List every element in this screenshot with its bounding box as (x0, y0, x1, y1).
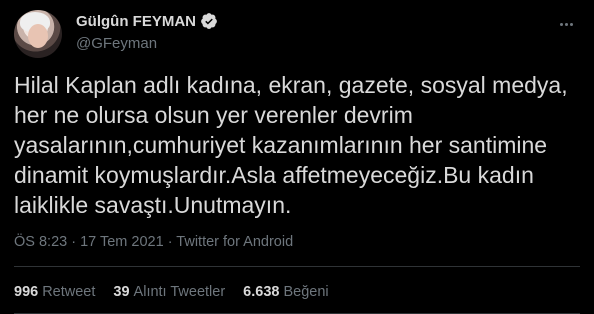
verified-badge-icon (201, 13, 217, 29)
dot-icon (559, 22, 563, 26)
display-name-row[interactable]: Gülgûn FEYMAN (76, 12, 218, 30)
retweets-stat[interactable]: 996 Retweet (14, 284, 95, 300)
user-handle[interactable]: @GFeyman (76, 35, 218, 52)
quotes-stat[interactable]: 39 Alıntı Tweetler (113, 284, 225, 300)
tweet-text: Hilal Kaplan adlı kadına, ekran, gazete,… (14, 72, 568, 218)
display-name[interactable]: Gülgûn FEYMAN (76, 13, 196, 30)
quotes-count: 39 (113, 284, 130, 300)
meta-separator: · (163, 234, 177, 250)
avatar[interactable] (14, 10, 62, 58)
tweet-meta: ÖS 8:23 · 17 Tem 2021 · Twitter for Andr… (14, 234, 293, 250)
quotes-label: Alıntı Tweetler (133, 284, 226, 300)
divider (14, 266, 580, 267)
likes-stat[interactable]: 6.638 Beğeni (243, 284, 328, 300)
more-options-icon[interactable] (556, 14, 576, 34)
tweet-card: Gülgûn FEYMAN @GFeyman Hilal Kaplan adlı… (0, 0, 594, 314)
dot-icon (569, 22, 573, 26)
avatar-face (28, 24, 48, 48)
tweet-stats: 996 Retweet 39 Alıntı Tweetler 6.638 Beğeni (14, 284, 329, 300)
meta-separator: · (67, 234, 81, 250)
tweet-date[interactable]: 17 Tem 2021 (80, 234, 164, 250)
tweet-header: Gülgûn FEYMAN @GFeyman (14, 10, 580, 58)
tweet-source[interactable]: Twitter for Android (176, 234, 293, 250)
tweet-time[interactable]: ÖS 8:23 (14, 234, 67, 250)
retweets-label: Retweet (42, 284, 96, 300)
dot-icon (564, 22, 568, 26)
user-names: Gülgûn FEYMAN @GFeyman (76, 12, 218, 52)
retweets-count: 996 (14, 284, 39, 300)
likes-label: Beğeni (283, 284, 329, 300)
likes-count: 6.638 (243, 284, 280, 300)
